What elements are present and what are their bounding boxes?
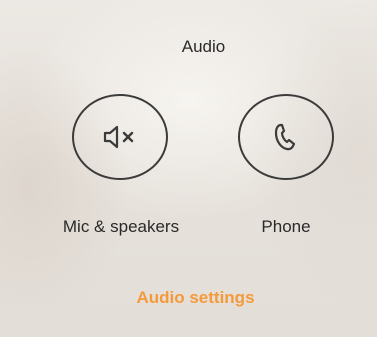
phone-label: Phone bbox=[261, 217, 311, 236]
mic-speakers-button[interactable] bbox=[72, 94, 168, 180]
sheet-title: Audio bbox=[181, 37, 226, 56]
speaker-muted-icon bbox=[103, 125, 134, 149]
audio-settings-link[interactable]: Audio settings bbox=[0, 287, 377, 309]
phone-icon bbox=[274, 123, 296, 151]
audio-options-sheet: Audio Mic & speakers Phone Audio setting… bbox=[0, 0, 377, 337]
phone-button[interactable] bbox=[238, 94, 334, 180]
mic-speakers-label: Mic & speakers bbox=[62, 217, 180, 236]
